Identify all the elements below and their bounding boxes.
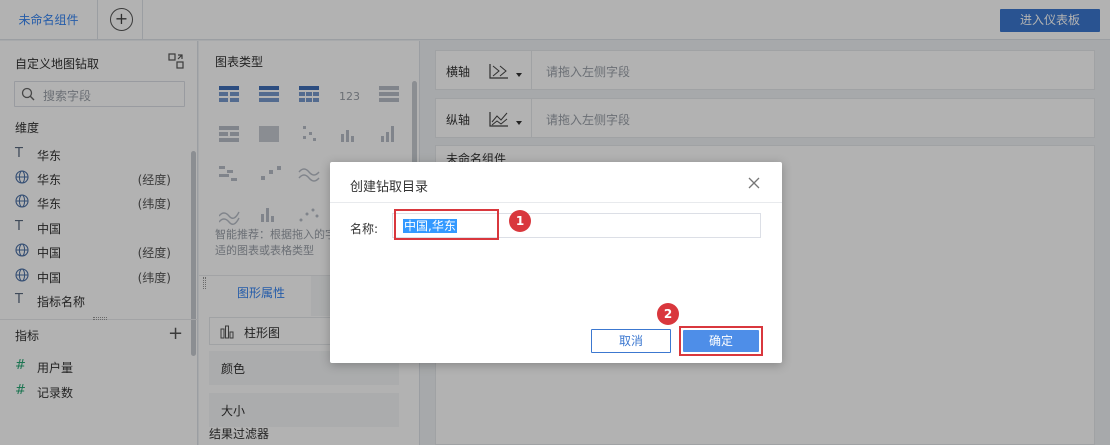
step-badge-1: 1	[509, 210, 531, 232]
dialog-divider	[330, 202, 782, 203]
create-drill-directory-dialog: 创建钻取目录 名称: 中国,华东 1 取消 确定 2	[330, 162, 782, 363]
step-badge-2: 2	[657, 303, 679, 325]
close-icon[interactable]	[748, 177, 760, 189]
dialog-title: 创建钻取目录	[350, 180, 429, 195]
cancel-button[interactable]: 取消	[591, 329, 671, 353]
highlight-box-name	[394, 209, 499, 240]
name-field-label: 名称:	[350, 222, 379, 236]
ok-button[interactable]: 确定	[683, 330, 759, 352]
